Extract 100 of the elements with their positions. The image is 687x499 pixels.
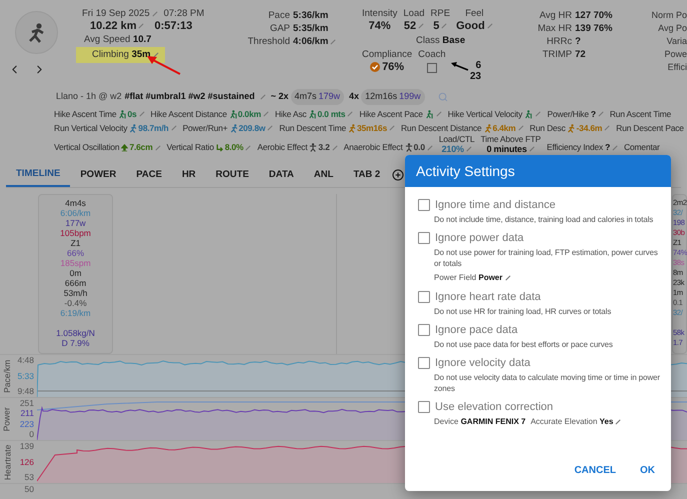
option-label[interactable]: Ignore heart rate data: [435, 290, 541, 304]
field-label: Power/Run+: [182, 122, 228, 134]
interval-value: 185spm: [60, 258, 91, 268]
option-label[interactable]: Ignore time and distance: [435, 198, 556, 212]
pencil-icon[interactable]: [528, 146, 535, 152]
interval-value: 6:06/km: [60, 208, 91, 218]
interval-count: ~ 2x: [270, 90, 289, 104]
stat-value: 127 70%: [575, 9, 613, 22]
pencil-icon[interactable]: [260, 94, 266, 100]
annotation-number: 6: [476, 60, 482, 71]
axis-tick: 251: [20, 399, 34, 408]
field-value: 0 minutes: [486, 144, 527, 154]
tab[interactable]: ANL: [304, 163, 344, 187]
pencil-icon[interactable]: [598, 111, 604, 117]
checkbox[interactable]: [418, 401, 430, 413]
checkbox[interactable]: [418, 199, 430, 211]
checkbox[interactable]: [418, 324, 430, 336]
tab[interactable]: POWER: [70, 163, 126, 187]
option-label[interactable]: Ignore power data: [435, 231, 524, 245]
tab[interactable]: TIMELINE: [6, 163, 70, 187]
option-label[interactable]: Use elevation correction: [435, 400, 554, 414]
pencil-icon[interactable]: [152, 52, 159, 58]
field-label: Run Descent Distance: [400, 122, 482, 134]
pencil-icon[interactable]: [347, 111, 354, 117]
field-value: 3.2: [318, 141, 330, 154]
field-value: 6.4km: [492, 122, 516, 134]
field-label: Hike Ascent Pace: [359, 108, 423, 120]
field-label: Efficiency Index: [546, 141, 603, 154]
pencil-icon[interactable]: [615, 419, 622, 425]
pencil-icon[interactable]: [170, 125, 177, 131]
setting-field: Device GARMIN FENIX 7: [434, 416, 526, 428]
tab[interactable]: DATA: [258, 163, 304, 187]
checkbox[interactable]: [418, 232, 430, 244]
tab[interactable]: HR: [172, 163, 206, 187]
field-label: Aerobic Effect: [257, 141, 308, 154]
stat-label: TRIMP: [541, 48, 572, 61]
interval-value: 1.058kg/N: [56, 328, 95, 338]
runner-icon: [129, 124, 138, 132]
pencil-icon[interactable]: [604, 125, 610, 131]
avg-speed: Avg Speed 10.7: [83, 34, 152, 46]
checkbox[interactable]: [418, 291, 430, 303]
stat-label: Varia: [666, 35, 687, 48]
pencil-icon[interactable]: [330, 38, 336, 44]
interval-value: D 7.9%: [62, 338, 90, 348]
pencil-icon[interactable]: [245, 144, 252, 151]
tab[interactable]: ROUTE: [206, 163, 259, 187]
pencil-icon[interactable]: [152, 11, 158, 17]
pencil-icon[interactable]: [466, 146, 472, 152]
axis-label: Heartrate: [1, 444, 14, 480]
pencil-icon[interactable]: [518, 125, 524, 131]
interval-value: 66%: [67, 248, 84, 258]
option-label[interactable]: Ignore pace data: [435, 323, 518, 337]
tab[interactable]: PACE: [126, 163, 172, 187]
add-tab-icon[interactable]: [392, 169, 404, 181]
interval-value: Z1: [70, 238, 80, 248]
field-label: Power/Hike: [547, 108, 589, 120]
tab[interactable]: TAB 2: [343, 163, 390, 187]
hiker-icon: [118, 110, 126, 118]
activity-date: Fri 19 Sep 2025: [82, 8, 150, 20]
axis-tick: 211: [20, 409, 34, 418]
field-value: ?: [590, 108, 596, 120]
interval-chip[interactable]: 4m7s 179w: [290, 89, 344, 105]
stat-value: 72: [575, 48, 587, 61]
activity-name: Llano - 1h @ w2: [56, 90, 122, 104]
pencil-icon[interactable]: [612, 144, 618, 151]
option-label[interactable]: Ignore velocity data: [435, 356, 530, 370]
check-circle-icon: [370, 62, 380, 72]
setting-field: Accurate Elevation Yes: [530, 416, 614, 428]
dialog-button[interactable]: CANCEL: [568, 459, 622, 482]
pencil-icon[interactable]: [332, 144, 338, 151]
pencil-icon[interactable]: [388, 125, 395, 131]
pencil-icon[interactable]: [138, 111, 145, 117]
annotation-arrow: [450, 61, 469, 71]
field-value: 0.0km: [238, 108, 261, 120]
checkbox[interactable]: [418, 357, 430, 369]
pencil-icon[interactable]: [138, 23, 144, 29]
pencil-icon[interactable]: [418, 23, 424, 29]
search-icon[interactable]: [438, 92, 448, 102]
pencil-icon[interactable]: [504, 275, 510, 281]
stat-value: 139 76%: [575, 22, 613, 35]
pencil-icon[interactable]: [154, 144, 161, 151]
field-label: Run Descent Time: [279, 122, 346, 134]
interval-value: 666m: [64, 278, 86, 288]
stat-label: HRRc: [546, 35, 572, 48]
option-description: Do not use pace data for best efforts or pace curves: [434, 339, 614, 350]
stat-label: Pace: [267, 9, 290, 22]
coach-checkbox[interactable]: [426, 63, 437, 74]
activity-avatar[interactable]: [14, 11, 58, 54]
pencil-icon[interactable]: [262, 111, 269, 117]
pencil-icon[interactable]: [426, 144, 433, 151]
interval-chip[interactable]: 12m16s 199w: [361, 89, 425, 105]
field-label: Run Vertical Velocity: [54, 122, 128, 134]
pencil-icon[interactable]: [486, 23, 493, 29]
dialog-button[interactable]: OK: [634, 459, 661, 482]
pencil-icon[interactable]: [535, 111, 542, 117]
pencil-icon[interactable]: [267, 125, 274, 131]
pencil-icon[interactable]: [436, 111, 442, 117]
pencil-icon[interactable]: [441, 23, 448, 29]
turn-arrow-icon: [216, 144, 224, 152]
runner-icon: [27, 22, 45, 42]
